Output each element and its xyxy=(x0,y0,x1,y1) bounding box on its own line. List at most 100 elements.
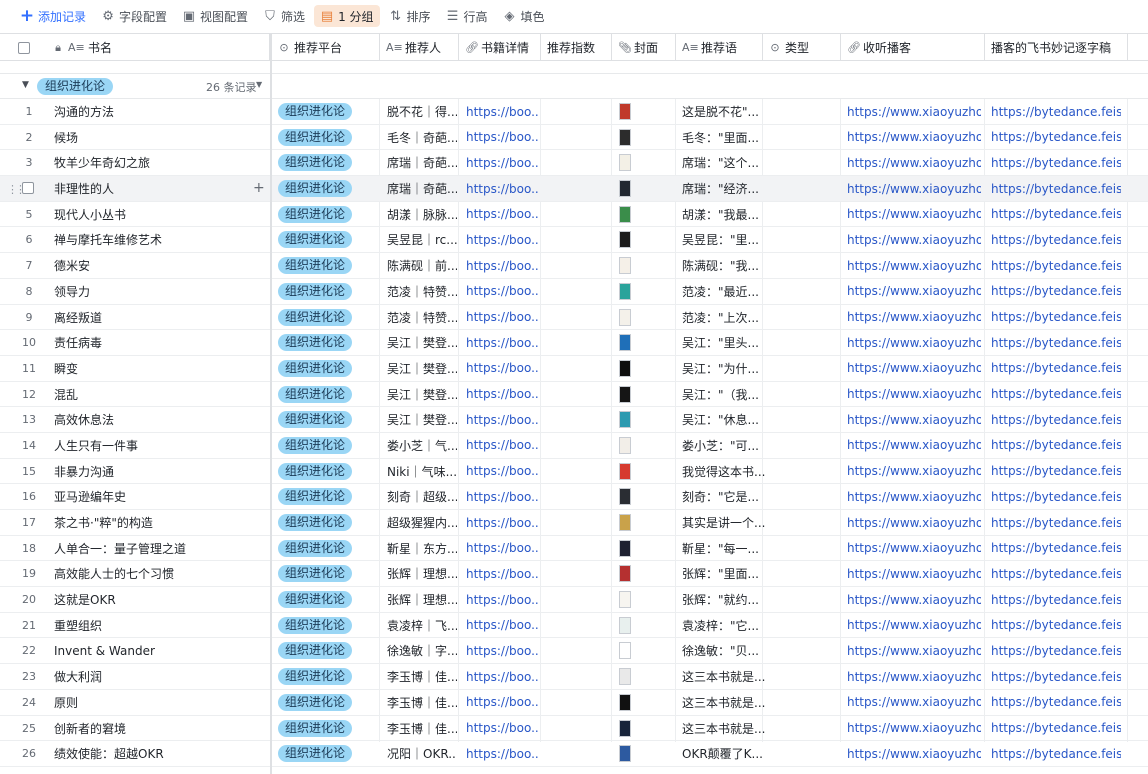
cover-cell[interactable] xyxy=(618,613,638,638)
podcast-link[interactable]: https://www.xiaoyuzhou... xyxy=(847,279,981,304)
cover-cell[interactable] xyxy=(618,716,638,741)
cover-cell[interactable] xyxy=(618,305,638,330)
book-detail-link[interactable]: https://boo... xyxy=(466,433,538,458)
platform-cell[interactable]: 组织进化论 xyxy=(278,510,378,535)
table-row[interactable]: 14 人生只有一件事 组织进化论 娄小芝｜气... https://boo... 娄小芝：… xyxy=(0,433,1148,459)
book-detail-link[interactable]: https://boo... xyxy=(466,202,538,227)
podcast-link[interactable]: https://www.xiaoyuzhou... xyxy=(847,459,981,484)
cover-cell[interactable] xyxy=(618,176,638,201)
transcript-link[interactable]: https://bytedance.feishu... xyxy=(991,356,1121,381)
book-name-cell[interactable]: 创新者的窘境 xyxy=(54,716,266,741)
platform-cell[interactable]: 组织进化论 xyxy=(278,741,378,766)
platform-cell[interactable]: 组织进化论 xyxy=(278,279,378,304)
book-cover-thumbnail[interactable] xyxy=(619,616,631,634)
quote-cell[interactable]: 袁凌梓："它... xyxy=(682,613,766,638)
book-name-cell[interactable]: 沟通的方法 xyxy=(54,99,266,124)
platform-cell[interactable]: 组织进化论 xyxy=(278,202,378,227)
book-name-cell[interactable]: 非暴力沟通 xyxy=(54,459,266,484)
book-cover-thumbnail[interactable] xyxy=(619,514,631,531)
book-name-cell[interactable]: 亚马逊编年史 xyxy=(54,484,266,509)
book-cover-thumbnail[interactable] xyxy=(619,154,631,172)
book-cover-thumbnail[interactable] xyxy=(619,668,631,686)
transcript-link[interactable]: https://bytedance.feishu... xyxy=(991,279,1121,304)
platform-cell[interactable]: 组织进化论 xyxy=(278,536,378,561)
book-cover-thumbnail[interactable] xyxy=(619,488,631,506)
table-row[interactable]: 25 创新者的窘境 组织进化论 李玉博｜佳... https://boo... 这三本书就… xyxy=(0,716,1148,742)
filter-button[interactable]: ⛉ 筛选 xyxy=(257,5,311,27)
podcast-link[interactable]: https://www.xiaoyuzhou... xyxy=(847,330,981,355)
cover-cell[interactable] xyxy=(618,690,638,715)
book-name-cell[interactable]: 高效能人士的七个习惯 xyxy=(54,561,266,586)
book-name-cell[interactable]: 茶之书·"粹"的构造 xyxy=(54,510,266,535)
platform-cell[interactable]: 组织进化论 xyxy=(278,356,378,381)
select-all-cell[interactable] xyxy=(0,34,48,61)
book-name-cell[interactable]: 现代人小丛书 xyxy=(54,202,266,227)
table-row[interactable]: 9 离经叛道 组织进化论 范凌｜特赞... https://boo... 范凌："上次..… xyxy=(0,305,1148,331)
recommender-cell[interactable]: 吴江｜樊登... xyxy=(387,356,457,381)
platform-cell[interactable]: 组织进化论 xyxy=(278,716,378,741)
table-row[interactable]: 2 候场 组织进化论 毛冬｜奇葩... https://boo... 毛冬："里面... h… xyxy=(0,125,1148,151)
book-detail-link[interactable]: https://boo... xyxy=(466,561,538,586)
column-header-index[interactable]: 推荐指数 xyxy=(541,34,612,61)
table-row[interactable]: 7 德米安 组织进化论 陈满砚｜前... https://boo... 陈满砚："我...… xyxy=(0,253,1148,279)
column-header-type[interactable]: ⊙ 类型 xyxy=(763,34,841,61)
transcript-link[interactable]: https://bytedance.feishu... xyxy=(991,587,1121,612)
table-row[interactable]: 21 重塑组织 组织进化论 袁凌梓｜飞... https://boo... 袁凌梓："它.… xyxy=(0,613,1148,639)
transcript-link[interactable]: https://bytedance.feishu... xyxy=(991,690,1121,715)
table-row[interactable]: 17 茶之书·"粹"的构造 组织进化论 超级猩猩内... https://boo... 其… xyxy=(0,510,1148,536)
cover-cell[interactable] xyxy=(618,330,638,355)
book-detail-link[interactable]: https://boo... xyxy=(466,356,538,381)
platform-cell[interactable]: 组织进化论 xyxy=(278,330,378,355)
platform-cell[interactable]: 组织进化论 xyxy=(278,305,378,330)
quote-cell[interactable]: 吴昱昆："里... xyxy=(682,227,766,252)
book-detail-link[interactable]: https://boo... xyxy=(466,176,538,201)
podcast-link[interactable]: https://www.xiaoyuzhou... xyxy=(847,716,981,741)
transcript-link[interactable]: https://bytedance.feishu... xyxy=(991,613,1121,638)
table-row[interactable]: 6 禅与摩托车维修艺术 组织进化论 吴昱昆｜rc... https://boo... 吴昱… xyxy=(0,227,1148,254)
transcript-link[interactable]: https://bytedance.feishu... xyxy=(991,202,1121,227)
podcast-link[interactable]: https://www.xiaoyuzhou... xyxy=(847,484,981,509)
platform-cell[interactable]: 组织进化论 xyxy=(278,99,378,124)
book-detail-link[interactable]: https://boo... xyxy=(466,613,538,638)
select-all-checkbox[interactable] xyxy=(18,41,30,54)
book-name-cell[interactable]: 非理性的人 xyxy=(54,176,266,201)
book-cover-thumbnail[interactable] xyxy=(619,385,631,403)
quote-cell[interactable]: 胡漾："我最... xyxy=(682,202,766,227)
table-row[interactable]: 10 责任病毒 组织进化论 吴江｜樊登... https://boo... 吴江："里头.… xyxy=(0,330,1148,356)
recommender-cell[interactable]: 张辉｜理想... xyxy=(387,561,457,586)
quote-cell[interactable]: 吴江："休息... xyxy=(682,407,766,432)
transcript-link[interactable]: https://bytedance.feishu... xyxy=(991,176,1121,201)
book-name-cell[interactable]: 人单合一：量子管理之道 xyxy=(54,536,266,561)
quote-cell[interactable]: 吴江："为什... xyxy=(682,356,766,381)
table-row[interactable]: ⋮⋮ + 非理性的人 组织进化论 席瑞｜奇葩... https://boo... 席瑞："经… xyxy=(0,176,1148,202)
book-name-cell[interactable]: 牧羊少年奇幻之旅 xyxy=(54,150,266,175)
platform-cell[interactable]: 组织进化论 xyxy=(278,253,378,278)
transcript-link[interactable]: https://bytedance.feishu... xyxy=(991,561,1121,586)
row-height-button[interactable]: ☰ 行高 xyxy=(440,5,494,27)
quote-cell[interactable]: OKR颠覆了K... xyxy=(682,741,766,766)
table-row[interactable]: 5 现代人小丛书 组织进化论 胡漾｜脉脉... https://boo... 胡漾："我最… xyxy=(0,202,1148,228)
recommender-cell[interactable]: 李玉博｜佳... xyxy=(387,716,457,741)
fill-color-button[interactable]: ◈ 填色 xyxy=(497,5,551,27)
transcript-link[interactable]: https://bytedance.feishu... xyxy=(991,382,1121,407)
collapse-caret-icon[interactable]: ▼ xyxy=(22,80,29,90)
table-row[interactable]: 13 高效休息法 组织进化论 吴江｜樊登... https://boo... 吴江："休息… xyxy=(0,407,1148,433)
book-name-cell[interactable]: 离经叛道 xyxy=(54,305,266,330)
quote-cell[interactable]: 席瑞："经济... xyxy=(682,176,766,201)
cover-cell[interactable] xyxy=(618,664,638,689)
book-cover-thumbnail[interactable] xyxy=(619,180,631,198)
cover-cell[interactable] xyxy=(618,382,638,407)
column-header-recommender[interactable]: A≡ 推荐人 xyxy=(380,34,459,61)
book-detail-link[interactable]: https://boo... xyxy=(466,536,538,561)
table-row[interactable]: 19 高效能人士的七个习惯 组织进化论 张辉｜理想... https://boo... 张… xyxy=(0,561,1148,588)
column-header-transcript[interactable]: 播客的飞书妙记逐字稿 xyxy=(985,34,1128,61)
cover-cell[interactable] xyxy=(618,253,638,278)
view-config-button[interactable]: ▣ 视图配置 xyxy=(176,5,254,27)
quote-cell[interactable]: 刻奇："它是... xyxy=(682,484,766,509)
podcast-link[interactable]: https://www.xiaoyuzhou... xyxy=(847,433,981,458)
chevron-down-icon[interactable]: ▼ xyxy=(256,80,262,89)
transcript-link[interactable]: https://bytedance.feishu... xyxy=(991,638,1121,663)
transcript-link[interactable]: https://bytedance.feishu... xyxy=(991,305,1121,330)
quote-cell[interactable]: 范凌："最近... xyxy=(682,279,766,304)
book-cover-thumbnail[interactable] xyxy=(619,308,631,326)
